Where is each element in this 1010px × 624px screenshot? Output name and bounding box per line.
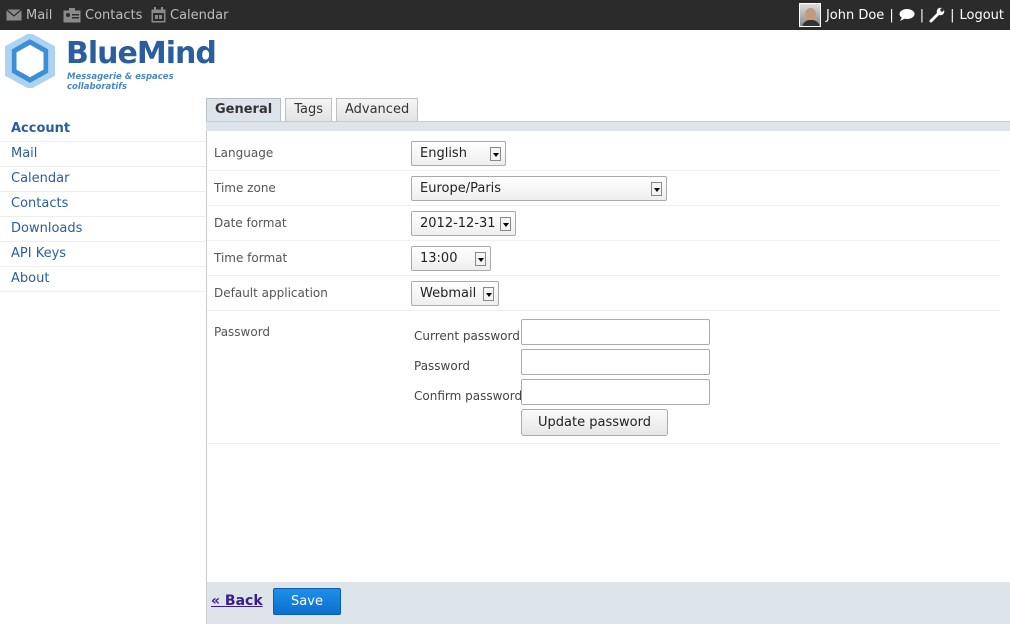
time-format-value: 13:00 <box>420 251 458 266</box>
dropdown-arrow-icon <box>651 182 662 196</box>
tab-band <box>206 122 1010 131</box>
current-password-input[interactable] <box>521 319 710 345</box>
back-link[interactable]: « Back <box>211 593 263 609</box>
save-button[interactable]: Save <box>273 588 341 615</box>
sidebar: Account Mail Calendar Contacts Downloads… <box>0 117 206 292</box>
date-format-row: Date format 2012-12-31 <box>207 206 1000 241</box>
default-app-row: Default application Webmail <box>207 276 1000 311</box>
tab-tags[interactable]: Tags <box>285 98 332 122</box>
tab-bar: General Tags Advanced <box>206 98 422 122</box>
sidebar-item-calendar[interactable]: Calendar <box>0 167 206 192</box>
dropdown-arrow-icon <box>500 217 511 231</box>
logout-link[interactable]: Logout <box>959 8 1004 23</box>
topbar-contacts-label: Contacts <box>85 7 143 23</box>
time-format-select[interactable]: 13:00 <box>411 246 491 271</box>
date-format-value: 2012-12-31 <box>420 216 496 231</box>
dropdown-arrow-icon <box>490 147 501 161</box>
top-bar: Mail Contacts Calendar John Doe | | | Lo… <box>0 0 1010 30</box>
timezone-select[interactable]: Europe/Paris <box>411 176 667 201</box>
contacts-icon <box>63 8 81 23</box>
sidebar-item-account[interactable]: Account <box>0 117 206 142</box>
timezone-label: Time zone <box>214 181 276 195</box>
default-app-value: Webmail <box>420 286 477 301</box>
topbar-mail-link[interactable]: Mail <box>6 0 52 30</box>
new-password-label: Password <box>414 359 471 373</box>
sidebar-item-api-keys[interactable]: API Keys <box>0 242 206 267</box>
separator: | <box>889 7 894 23</box>
user-area: John Doe | | | Logout <box>798 0 1004 30</box>
settings-form: Language English Time zone Europe/Paris … <box>207 136 1000 444</box>
time-format-row: Time format 13:00 <box>207 241 1000 276</box>
logo-tagline: Messagerie & espaces collaboratifs <box>67 72 174 92</box>
language-row: Language English <box>207 136 1000 171</box>
sidebar-item-about[interactable]: About <box>0 267 206 292</box>
current-password-label: Current password <box>414 329 520 343</box>
language-value: English <box>420 146 467 161</box>
sidebar-item-downloads[interactable]: Downloads <box>0 217 206 242</box>
topbar-contacts-link[interactable]: Contacts <box>63 0 142 30</box>
calendar-icon <box>151 7 166 23</box>
password-section-label: Password <box>214 325 271 339</box>
logo-name: BlueMind <box>66 36 217 71</box>
separator: | <box>919 7 925 23</box>
bluemind-logo[interactable]: BlueMind Messagerie & espaces collaborat… <box>4 34 217 92</box>
time-format-label: Time format <box>214 251 288 265</box>
topbar-calendar-label: Calendar <box>170 7 229 23</box>
default-app-select[interactable]: Webmail <box>411 281 499 306</box>
update-password-button[interactable]: Update password <box>521 409 668 436</box>
avatar <box>798 3 821 27</box>
chat-icon[interactable] <box>899 8 915 22</box>
hexagon-logo-icon <box>5 34 55 88</box>
topbar-mail-label: Mail <box>26 7 53 23</box>
date-format-label: Date format <box>214 216 287 230</box>
dropdown-arrow-icon <box>475 252 486 266</box>
tab-general[interactable]: General <box>206 98 282 122</box>
user-name[interactable]: John Doe <box>826 8 884 23</box>
confirm-password-label: Confirm password <box>414 389 523 403</box>
footer-bar: « Back Save <box>207 582 1010 624</box>
language-select[interactable]: English <box>411 141 506 166</box>
new-password-input[interactable] <box>521 349 710 375</box>
timezone-row: Time zone Europe/Paris <box>207 171 1000 206</box>
separator: | <box>950 7 955 23</box>
timezone-value: Europe/Paris <box>420 181 502 196</box>
dropdown-arrow-icon <box>483 287 494 301</box>
date-format-select[interactable]: 2012-12-31 <box>411 211 516 236</box>
tab-advanced[interactable]: Advanced <box>335 98 419 122</box>
default-app-label: Default application <box>214 286 328 300</box>
wrench-icon[interactable] <box>929 7 945 23</box>
confirm-password-input[interactable] <box>521 379 710 405</box>
topbar-calendar-link[interactable]: Calendar <box>151 0 228 30</box>
password-section: Password Current password Password Confi… <box>207 311 1000 444</box>
language-label: Language <box>214 146 274 160</box>
mail-icon <box>6 9 22 21</box>
sidebar-item-mail[interactable]: Mail <box>0 142 206 167</box>
sidebar-item-contacts[interactable]: Contacts <box>0 192 206 217</box>
